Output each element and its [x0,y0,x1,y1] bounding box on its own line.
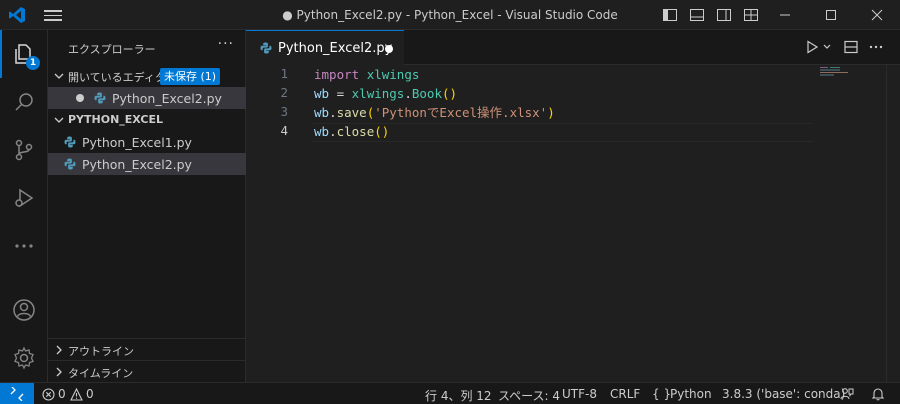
chevron-right-icon [56,345,62,355]
error-icon[interactable] [42,388,55,401]
maximize-button[interactable] [808,0,854,30]
line-number: 3 [280,104,288,119]
accounts-button[interactable] [0,286,48,334]
cursor-position[interactable]: 行 4、列 12 [425,387,492,404]
warning-count[interactable]: 0 [86,387,94,401]
outline-section[interactable]: アウトライン [48,338,246,360]
unsaved-dot-icon[interactable] [76,94,84,102]
explorer-sidebar: エクスプローラー ··· 開いているエディター 未保存 (1) Python_E… [48,30,246,382]
warning-icon[interactable] [70,388,83,401]
indentation[interactable]: スペース: 4 [498,387,560,404]
maximize-icon [826,10,836,20]
customize-layout-icon[interactable] [743,7,759,23]
more-actions-icon[interactable] [868,39,884,55]
explorer-button[interactable]: 1 [0,30,48,78]
sidebar-header: エクスプローラー ··· [48,30,246,64]
feedback-icon[interactable] [840,387,854,401]
explorer-badge: 1 [26,56,40,70]
open-editor-item[interactable]: Python_Excel2.py [48,87,246,109]
search-button[interactable] [0,78,48,126]
line-number: 4 [280,123,288,138]
unsaved-badge: 未保存 (1) [160,68,221,85]
run-debug-icon [15,188,34,208]
tab-label: Python_Excel2.py [278,41,393,56]
code-line[interactable]: wb.save('PythonでExcel操作.xlsx') [314,103,555,122]
timeline-title: タイムライン [68,367,134,380]
account-icon [13,299,35,321]
file-name: Python_Excel1.py [82,135,192,150]
language-braces-icon[interactable]: { } [652,387,671,401]
file-name: Python_Excel2.py [82,157,192,172]
code-line[interactable]: wb = xlwings.Book() [314,84,457,103]
more-icon [15,244,33,248]
more-views-button[interactable] [0,222,48,270]
code-line[interactable]: wb.close() [314,122,389,141]
close-icon [871,9,883,21]
python-file-icon [94,92,106,104]
python-file-icon [64,158,76,170]
notifications-bell-icon[interactable] [871,387,885,401]
folder-title: PYTHON_EXCEL [68,113,163,126]
editor-area: Python_Excel2.py 1 2 3 4 import xlwings … [246,30,900,382]
source-control-icon [15,139,33,161]
line-number: 1 [280,66,288,81]
remote-button[interactable] [0,383,34,404]
run-file-icon[interactable] [804,39,820,55]
source-control-button[interactable] [0,126,48,174]
line-number: 2 [280,85,288,100]
python-interpreter[interactable]: 3.8.3 ('base': conda) [722,387,845,401]
open-editors-section[interactable]: 開いているエディター 未保存 (1) [48,65,246,87]
folder-section[interactable]: PYTHON_EXCEL [48,109,246,131]
chevron-down-icon [54,117,64,123]
encoding[interactable]: UTF-8 [562,387,597,401]
minimap[interactable] [820,67,850,77]
split-editor-icon[interactable] [843,39,859,55]
remote-icon [10,387,24,401]
file-item-selected[interactable]: Python_Excel2.py [48,153,246,175]
editor-scrollbar[interactable] [886,65,900,382]
close-button[interactable] [854,0,900,30]
manage-button[interactable] [0,334,48,382]
timeline-section[interactable]: タイムライン [48,360,246,382]
line-ending[interactable]: CRLF [610,387,640,401]
editor-tab[interactable]: Python_Excel2.py [246,30,404,65]
toggle-secondary-sidebar-icon[interactable] [716,7,732,23]
search-icon [15,93,33,111]
tab-unsaved-dot-icon[interactable] [385,45,393,53]
language-mode[interactable]: Python [670,387,712,401]
minimize-icon [780,14,790,16]
toggle-panel-icon[interactable] [689,7,705,23]
code-line[interactable]: import xlwings [314,65,419,84]
chevron-down-icon[interactable] [822,39,832,55]
python-file-icon [64,136,76,148]
run-debug-button[interactable] [0,174,48,222]
chevron-down-icon [54,73,64,79]
sidebar-title: エクスプローラー [68,43,156,56]
status-bar: 0 0 行 4、列 12 スペース: 4 UTF-8 CRLF { } Pyth… [0,382,900,404]
tab-bar: Python_Excel2.py [246,30,900,65]
error-count[interactable]: 0 [58,387,66,401]
python-file-icon [260,42,272,54]
sidebar-more-button[interactable]: ··· [218,36,234,52]
minimize-button[interactable] [762,0,808,30]
chevron-right-icon [56,367,62,377]
file-item[interactable]: Python_Excel1.py [48,131,246,153]
open-editor-filename: Python_Excel2.py [112,91,222,106]
title-bar: ● Python_Excel2.py - Python_Excel - Visu… [0,0,900,30]
settings-icon [14,346,34,370]
outline-title: アウトライン [68,345,134,358]
activity-bar: 1 [0,30,48,382]
toggle-primary-sidebar-icon[interactable] [662,7,678,23]
